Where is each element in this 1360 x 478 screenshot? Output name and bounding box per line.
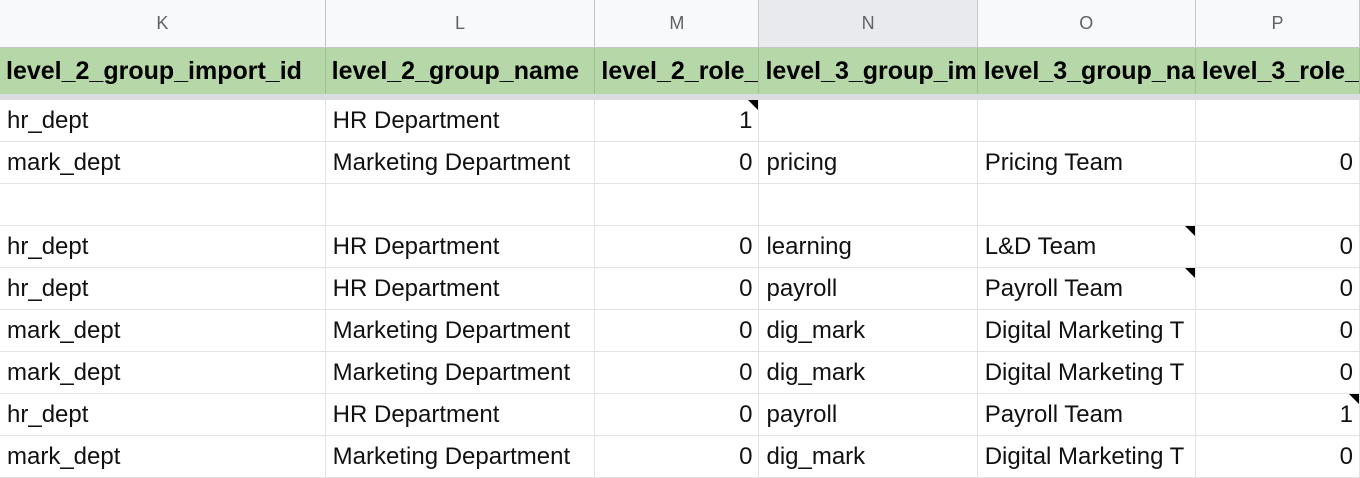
column-header-n[interactable]: N (758, 0, 978, 48)
cell[interactable]: HR Department (325, 97, 596, 142)
column-header-k[interactable]: K (0, 0, 326, 48)
column-header-row: K L M N O P (0, 0, 1360, 48)
cell[interactable]: 0 (1195, 309, 1360, 352)
cell[interactable]: payroll (758, 267, 978, 310)
cell[interactable]: 0 (594, 393, 760, 436)
cell[interactable]: hr_dept (0, 225, 326, 268)
cell[interactable] (1195, 183, 1360, 226)
header-row: level_2_group_import_id level_2_group_na… (0, 47, 1360, 100)
table-row: mark_dept Marketing Department 0 pricing… (0, 141, 1360, 184)
header-cell[interactable]: level_2_group_name (325, 47, 596, 100)
cell[interactable]: 0 (1195, 267, 1360, 310)
cell[interactable]: pricing (758, 141, 978, 184)
column-header-p[interactable]: P (1195, 0, 1360, 48)
cell[interactable]: Pricing Team (977, 141, 1196, 184)
cell[interactable]: Payroll Team (977, 267, 1196, 310)
cell[interactable]: dig_mark (758, 351, 978, 394)
header-cell[interactable]: level_2_group_import_id (0, 47, 326, 100)
cell[interactable] (977, 183, 1196, 226)
cell[interactable]: 0 (594, 225, 760, 268)
cell[interactable]: payroll (758, 393, 978, 436)
table-row: hr_dept HR Department 0 payroll Payroll … (0, 393, 1360, 436)
cell[interactable]: mark_dept (0, 309, 326, 352)
table-row (0, 183, 1360, 226)
cell[interactable]: 0 (594, 141, 760, 184)
cell[interactable] (325, 183, 596, 226)
cell[interactable]: 0 (594, 435, 760, 478)
header-cell[interactable]: level_3_group_im (758, 47, 978, 100)
cell[interactable]: dig_mark (758, 309, 978, 352)
cell[interactable]: mark_dept (0, 435, 326, 478)
cell[interactable]: dig_mark (758, 435, 978, 478)
cell[interactable]: hr_dept (0, 393, 326, 436)
column-header-m[interactable]: M (594, 0, 760, 48)
cell[interactable]: L&D Team (977, 225, 1196, 268)
table-row: mark_dept Marketing Department 0 dig_mar… (0, 435, 1360, 478)
table-row: mark_dept Marketing Department 0 dig_mar… (0, 309, 1360, 352)
cell[interactable]: 1 (1195, 393, 1360, 436)
header-cell[interactable]: level_2_role_ (594, 47, 760, 100)
cell[interactable]: mark_dept (0, 141, 326, 184)
cell[interactable]: HR Department (325, 267, 596, 310)
cell[interactable] (594, 183, 760, 226)
cell[interactable] (0, 183, 326, 226)
table-row: hr_dept HR Department 0 payroll Payroll … (0, 267, 1360, 310)
cell[interactable]: 0 (1195, 351, 1360, 394)
cell[interactable] (1195, 97, 1360, 142)
cell[interactable]: Marketing Department (325, 435, 596, 478)
column-header-o[interactable]: O (977, 0, 1196, 48)
cell[interactable]: 0 (594, 267, 760, 310)
cell[interactable] (977, 97, 1196, 142)
table-row: hr_dept HR Department 0 learning L&D Tea… (0, 225, 1360, 268)
header-cell[interactable]: level_3_group_na (977, 47, 1196, 100)
cell[interactable]: Marketing Department (325, 141, 596, 184)
cell[interactable] (758, 97, 978, 142)
cell[interactable]: 0 (1195, 141, 1360, 184)
cell[interactable]: 1 (594, 97, 760, 142)
cell[interactable]: 0 (594, 309, 760, 352)
cell[interactable]: HR Department (325, 225, 596, 268)
cell[interactable]: mark_dept (0, 351, 326, 394)
table-row: mark_dept Marketing Department 0 dig_mar… (0, 351, 1360, 394)
cell[interactable]: Digital Marketing T (977, 309, 1196, 352)
cell[interactable]: Digital Marketing T (977, 351, 1196, 394)
cell[interactable]: 0 (1195, 435, 1360, 478)
cell[interactable]: Marketing Department (325, 309, 596, 352)
cell[interactable]: hr_dept (0, 97, 326, 142)
cell[interactable]: learning (758, 225, 978, 268)
cell[interactable]: Marketing Department (325, 351, 596, 394)
cell[interactable]: 0 (1195, 225, 1360, 268)
cell[interactable]: HR Department (325, 393, 596, 436)
cell[interactable] (758, 183, 978, 226)
cell[interactable]: Digital Marketing T (977, 435, 1196, 478)
column-header-l[interactable]: L (325, 0, 596, 48)
cell[interactable]: hr_dept (0, 267, 326, 310)
cell[interactable]: 0 (594, 351, 760, 394)
cell[interactable]: Payroll Team (977, 393, 1196, 436)
spreadsheet: K L M N O P level_2_group_import_id leve… (0, 0, 1360, 478)
header-cell[interactable]: level_3_role_ (1195, 47, 1360, 100)
table-row: hr_dept HR Department 1 (0, 97, 1360, 142)
sheet-grid: K L M N O P level_2_group_import_id leve… (0, 0, 1360, 478)
